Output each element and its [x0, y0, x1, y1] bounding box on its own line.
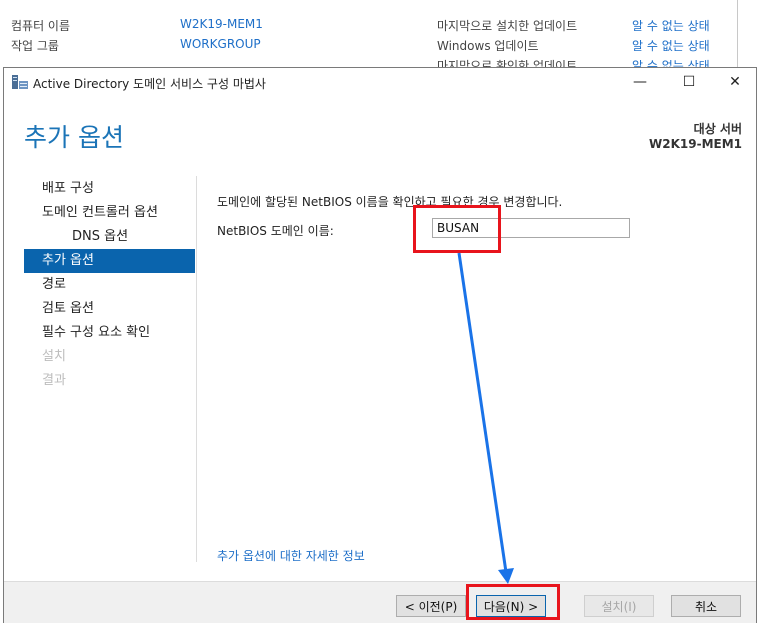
last-installed-update-value[interactable]: 알 수 없는 상태 — [632, 17, 710, 34]
computer-name-label: 컴퓨터 이름 — [11, 19, 71, 33]
highlight-next-button — [466, 584, 560, 620]
more-info-link[interactable]: 추가 옵션에 대한 자세한 정보 — [217, 547, 365, 564]
maximize-button[interactable]: ☐ — [666, 68, 712, 96]
title-bar[interactable]: Active Directory 도메인 서비스 구성 마법사 — ☐ ✕ — [4, 68, 756, 96]
cancel-button[interactable]: 취소 — [671, 595, 741, 617]
nav-item-dns-options[interactable]: DNS 옵션 — [24, 225, 195, 249]
install-button: 설치(I) — [584, 595, 654, 617]
netbios-description: 도메인에 할당된 NetBIOS 이름을 확인하고 필요한 경우 변경합니다. — [217, 195, 563, 209]
nav-item-deployment-config[interactable]: 배포 구성 — [24, 177, 195, 201]
minimize-button[interactable]: — — [617, 68, 663, 96]
wizard-footer: < 이전(P) 다음(N) > 설치(I) 취소 — [4, 581, 756, 623]
window-title: Active Directory 도메인 서비스 구성 마법사 — [33, 77, 266, 91]
computer-name-value[interactable]: W2K19-MEM1 — [180, 17, 263, 31]
server-wizard-icon — [12, 75, 28, 89]
highlight-netbios-input — [413, 205, 501, 253]
workgroup-label: 작업 그룹 — [11, 39, 59, 53]
ad-ds-configuration-wizard: Active Directory 도메인 서비스 구성 마법사 — ☐ ✕ 추가… — [3, 67, 757, 623]
target-server-value: W2K19-MEM1 — [649, 137, 742, 151]
windows-update-value[interactable]: 알 수 없는 상태 — [632, 37, 710, 54]
nav-item-prerequisites-check[interactable]: 필수 구성 요소 확인 — [24, 321, 195, 345]
nav-item-review-options[interactable]: 검토 옵션 — [24, 297, 195, 321]
background-divider — [737, 0, 738, 68]
netbios-domain-name-label: NetBIOS 도메인 이름: — [217, 224, 334, 238]
nav-divider — [196, 176, 197, 562]
nav-item-dc-options[interactable]: 도메인 컨트롤러 옵션 — [24, 201, 195, 225]
windows-update-label: Windows 업데이트 — [437, 39, 539, 53]
page-title: 추가 옵션 — [24, 123, 124, 152]
nav-item-results: 결과 — [42, 373, 66, 388]
nav-item-installation: 설치 — [42, 349, 66, 364]
nav-item-paths[interactable]: 경로 — [24, 273, 195, 297]
close-button[interactable]: ✕ — [712, 68, 758, 96]
workgroup-value[interactable]: WORKGROUP — [180, 37, 261, 51]
previous-button[interactable]: < 이전(P) — [396, 595, 466, 617]
wizard-navigation: 배포 구성 도메인 컨트롤러 옵션 DNS 옵션 추가 옵션 경로 검토 옵션 … — [24, 177, 195, 393]
target-server-label: 대상 서버 — [693, 122, 742, 136]
last-installed-update-label: 마지막으로 설치한 업데이트 — [437, 19, 578, 33]
nav-item-additional-options[interactable]: 추가 옵션 — [24, 249, 195, 273]
